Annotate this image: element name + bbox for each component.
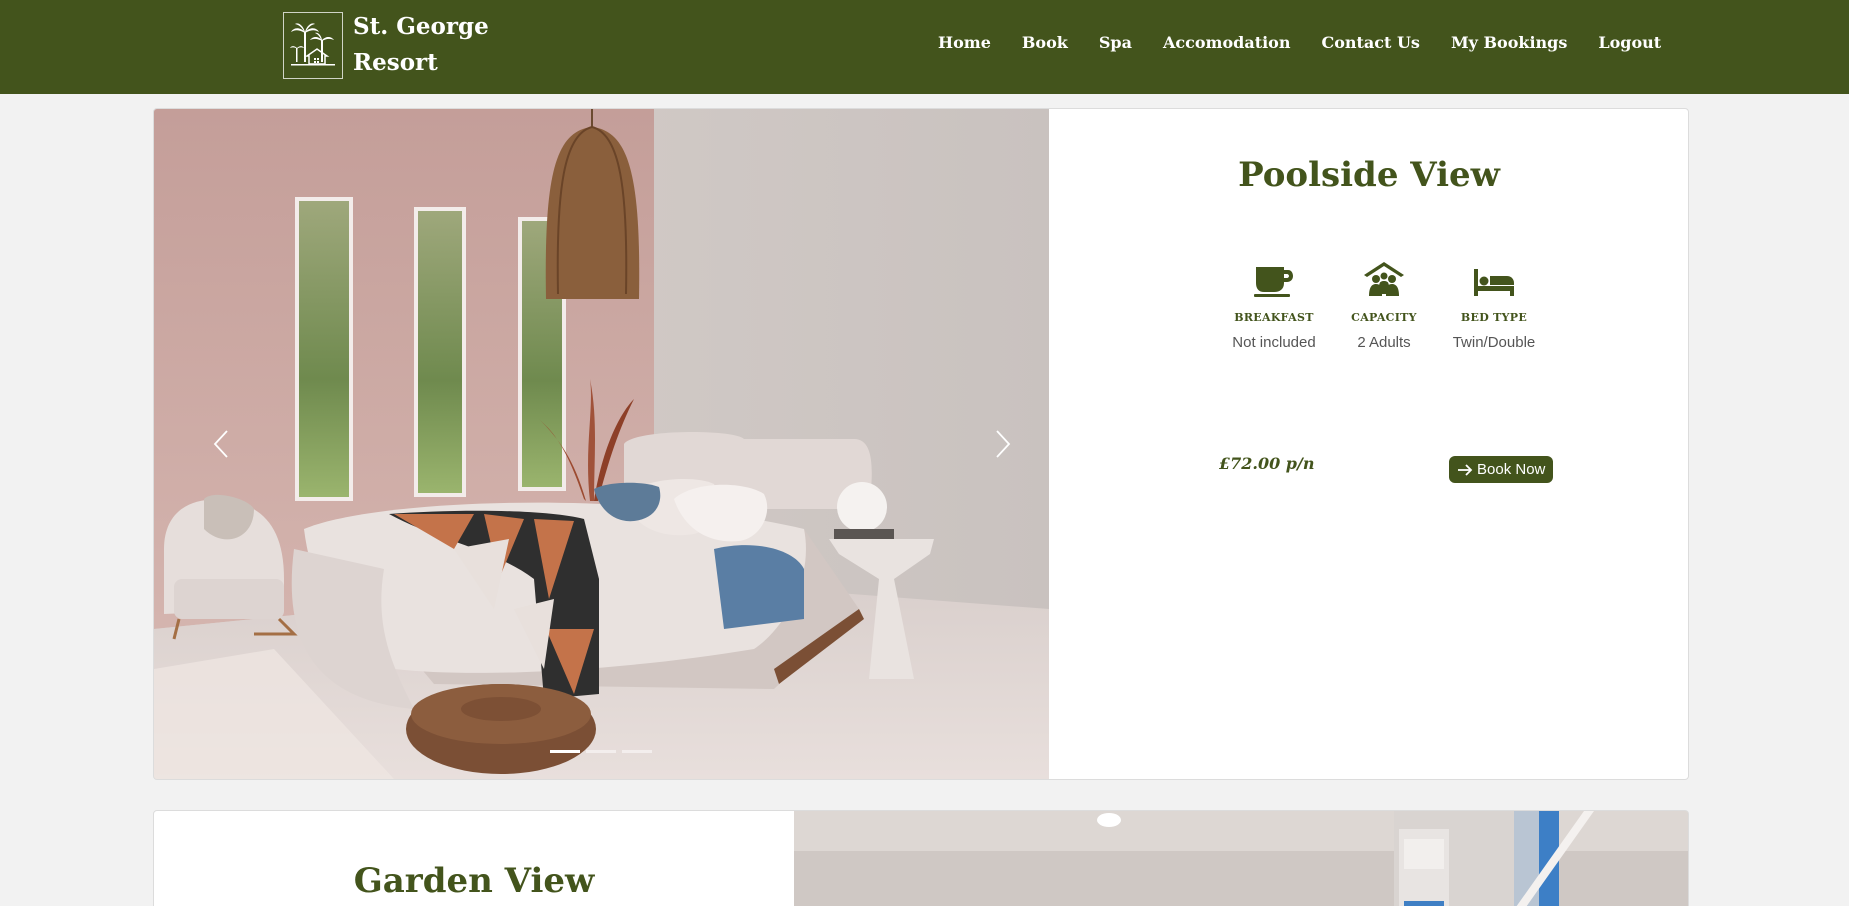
coffee-icon (1254, 267, 1293, 297)
room-photo (794, 811, 1688, 906)
room-carousel[interactable] (154, 109, 1049, 779)
room-photo (154, 109, 1049, 779)
bed-icon (1474, 269, 1514, 296)
room-carousel[interactable] (794, 811, 1688, 906)
amenity-label: BED TYPE (1460, 311, 1528, 324)
amenity-value: 2 Adults (1357, 334, 1411, 351)
nav-contact-us[interactable]: Contact Us (1321, 33, 1419, 52)
nav-my-bookings[interactable]: My Bookings (1451, 33, 1567, 52)
amenity-capacity: CAPACITY 2 Adults (1329, 247, 1439, 355)
book-now-label: Book Now (1477, 461, 1546, 478)
amenity-bed-type: BED TYPE Twin/Double (1439, 247, 1549, 355)
room-card-poolside: Poolside View BREAKFAST Not included CAP… (153, 108, 1689, 780)
amenity-value: Twin/Double (1452, 334, 1536, 351)
carousel-indicator-2[interactable] (586, 750, 616, 753)
brand-name: St. George Resort (353, 13, 489, 76)
room-card-garden: Garden View (153, 810, 1689, 906)
amenity-label: BREAKFAST (1234, 311, 1314, 324)
nav-spa[interactable]: Spa (1099, 33, 1132, 52)
amenity-breakfast: BREAKFAST Not included (1219, 247, 1329, 355)
carousel-prev-button[interactable] (202, 419, 242, 469)
brand-link[interactable]: St. George Resort (283, 9, 493, 81)
palm-trees-house-icon (283, 11, 343, 79)
navbar: St. George Resort Home Book Spa Accomoda… (0, 0, 1849, 94)
nav-logout[interactable]: Logout (1598, 33, 1661, 52)
carousel-indicator-3[interactable] (622, 750, 652, 753)
arrow-right-icon (1458, 463, 1473, 476)
group-icon (1364, 262, 1404, 296)
chevron-left-icon (213, 430, 228, 458)
room-title: Poolside View (1238, 155, 1500, 195)
carousel-next-button[interactable] (982, 419, 1022, 469)
carousel-indicator-1[interactable] (550, 750, 580, 753)
book-now-button[interactable]: Book Now (1449, 456, 1554, 483)
carousel-indicators (550, 750, 658, 753)
nav-book[interactable]: Book (1022, 33, 1068, 52)
room-info: Poolside View BREAKFAST Not included CAP… (1049, 109, 1688, 779)
amenity-label: CAPACITY (1351, 311, 1417, 324)
amenity-value: Not included (1232, 334, 1316, 351)
chevron-right-icon (996, 430, 1011, 458)
room-price: £72.00 p/n (1219, 454, 1315, 473)
nav-home[interactable]: Home (938, 33, 991, 52)
nav-links: Home Book Spa Accomodation Contact Us My… (938, 33, 1661, 52)
nav-accomodation[interactable]: Accomodation (1163, 33, 1291, 52)
room-title: Garden View (353, 861, 595, 901)
